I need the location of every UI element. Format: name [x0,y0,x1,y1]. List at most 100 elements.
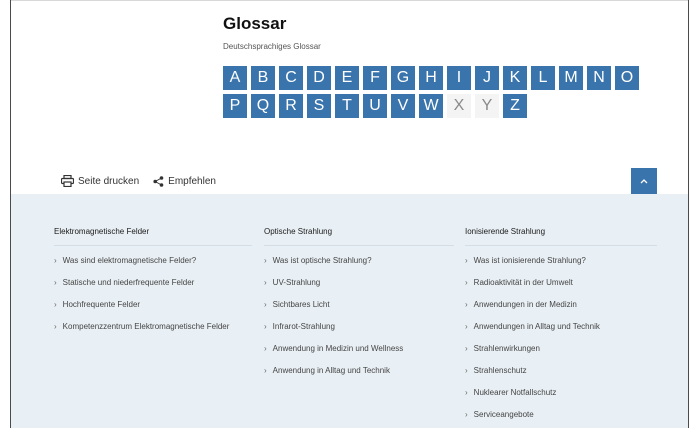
letter-c-button[interactable]: C [279,66,303,90]
page-title: Glossar [223,14,287,33]
footer-link-label: Anwendungen in Alltag und Technik [473,322,600,331]
footer-link[interactable]: › Anwendung in Alltag und Technik [264,366,454,388]
chevron-right-icon: › [264,366,267,375]
letter-a-button[interactable]: A [223,66,247,90]
letter-t-button[interactable]: T [335,94,359,118]
chevron-right-icon: › [465,366,468,375]
footer-link[interactable]: › Strahlenwirkungen [465,344,657,366]
window-top-border [10,0,689,1]
letter-y-button: Y [475,94,499,118]
letter-e-button[interactable]: E [335,66,359,90]
window-right-border [688,0,689,428]
chevron-right-icon: › [465,300,468,309]
footer-link-list: › Was sind elektromagnetische Felder? › Sta… [54,256,252,344]
chevron-right-icon: › [264,300,267,309]
page-subtitle: Deutschsprachiges Glossar [223,42,321,51]
footer-link[interactable]: › Statische und niederfrequente Felder [54,278,252,300]
letter-b-button[interactable]: B [251,66,275,90]
footer-link-label: Anwendungen in der Medizin [473,300,577,309]
printer-icon [61,175,74,187]
letter-j-button[interactable]: J [475,66,499,90]
footer-link[interactable]: › UV-Strahlung [264,278,454,300]
letter-x-button: X [447,94,471,118]
alphabet-row-1: ABCDEFGHIJKLMNO [223,66,639,90]
chevron-right-icon: › [264,256,267,265]
chevron-right-icon: › [54,278,57,287]
letter-v-button[interactable]: V [391,94,415,118]
footer-link[interactable]: › Anwendungen in Alltag und Technik [465,322,657,344]
footer-link-label: Was ist ionisierende Strahlung? [473,256,586,265]
chevron-right-icon: › [264,278,267,287]
footer-link[interactable]: › Radioaktivität in der Umwelt [465,278,657,300]
chevron-right-icon: › [54,322,57,331]
chevron-up-icon [640,179,648,184]
letter-k-button[interactable]: K [503,66,527,90]
letter-o-button[interactable]: O [615,66,639,90]
chevron-right-icon: › [465,278,468,287]
footer-link[interactable]: › Infrarot-Strahlung [264,322,454,344]
footer-link[interactable]: › Strahlenschutz [465,366,657,388]
letter-f-button[interactable]: F [363,66,387,90]
footer-link[interactable]: › Was sind elektromagnetische Felder? [54,256,252,278]
chevron-right-icon: › [54,300,57,309]
letter-i-button[interactable]: I [447,66,471,90]
footer-link-label: Serviceangebote [473,410,534,419]
letter-h-button[interactable]: H [419,66,443,90]
letter-g-button[interactable]: G [391,66,415,90]
footer-link[interactable]: › Sichtbares Licht [264,300,454,322]
page-tools: Seite drucken Empfehlen [61,175,216,187]
footer-column-emf: Elektromagnetische Felder › Was sind elek… [54,227,252,344]
footer-link[interactable]: › Anwendung in Medizin und Wellness [264,344,454,366]
chevron-right-icon: › [465,388,468,397]
letter-q-button[interactable]: Q [251,94,275,118]
footer-link-label: Was ist optische Strahlung? [272,256,372,265]
alphabet-row-2: PQRSTUVWXYZ [223,94,639,118]
chevron-right-icon: › [264,322,267,331]
chevron-right-icon: › [465,256,468,265]
footer-link-label: UV-Strahlung [272,278,321,287]
letter-w-button[interactable]: W [419,94,443,118]
footer-link[interactable]: › Hochfrequente Felder [54,300,252,322]
letter-p-button[interactable]: P [223,94,247,118]
footer-link-label: Statische und niederfrequente Felder [62,278,195,287]
alphabet-index: ABCDEFGHIJKLMNO PQRSTUVWXYZ [223,66,639,122]
footer-column-heading: Optische Strahlung [264,227,454,246]
chevron-right-icon: › [465,322,468,331]
footer-link-list: › Was ist optische Strahlung? › UV-Strahlun… [264,256,454,388]
footer-link-label: Strahlenschutz [473,366,527,375]
footer-link-label: Hochfrequente Felder [62,300,141,309]
footer-link-label: Strahlenwirkungen [473,344,540,353]
footer-link-label: Anwendung in Alltag und Technik [272,366,390,375]
footer-link-label: Sichtbares Licht [272,300,330,309]
footer-link[interactable]: › Anwendungen in der Medizin [465,300,657,322]
chevron-right-icon: › [465,410,468,419]
footer-sitemap: Elektromagnetische Felder › Was sind elek… [11,194,688,428]
letter-n-button[interactable]: N [587,66,611,90]
letter-u-button[interactable]: U [363,94,387,118]
footer-link[interactable]: › Was ist ionisierende Strahlung? [465,256,657,278]
footer-link[interactable]: › Kompetenzzentrum Elektromagnetische Fel… [54,322,252,344]
letter-s-button[interactable]: S [307,94,331,118]
footer-link[interactable]: › Was ist optische Strahlung? [264,256,454,278]
footer-column-optical: Optische Strahlung › Was ist optische Str… [264,227,454,388]
chevron-right-icon: › [264,344,267,353]
chevron-right-icon: › [465,344,468,353]
print-page-label: Seite drucken [78,175,140,187]
letter-m-button[interactable]: M [559,66,583,90]
letter-d-button[interactable]: D [307,66,331,90]
footer-link[interactable]: › Nuklearer Notfallschutz [465,388,657,410]
footer-link-label: Anwendung in Medizin und Wellness [272,344,404,353]
footer-link[interactable]: › Serviceangebote [465,410,657,432]
footer-link-label: Infrarot-Strahlung [272,322,335,331]
footer-column-ionizing: Ionisierende Strahlung › Was ist ionisier… [465,227,657,432]
share-icon [153,175,164,187]
recommend-button[interactable]: Empfehlen [153,176,216,187]
footer-link-list: › Was ist ionisierende Strahlung? › Radioak… [465,256,657,432]
letter-l-button[interactable]: L [531,66,555,90]
letter-z-button[interactable]: Z [503,94,527,118]
print-page-button[interactable]: Seite drucken [61,175,139,187]
letter-r-button[interactable]: R [279,94,303,118]
footer-link-label: Was sind elektromagnetische Felder? [62,256,197,265]
back-to-top-button[interactable] [631,168,657,194]
footer-column-heading: Elektromagnetische Felder [54,227,252,246]
